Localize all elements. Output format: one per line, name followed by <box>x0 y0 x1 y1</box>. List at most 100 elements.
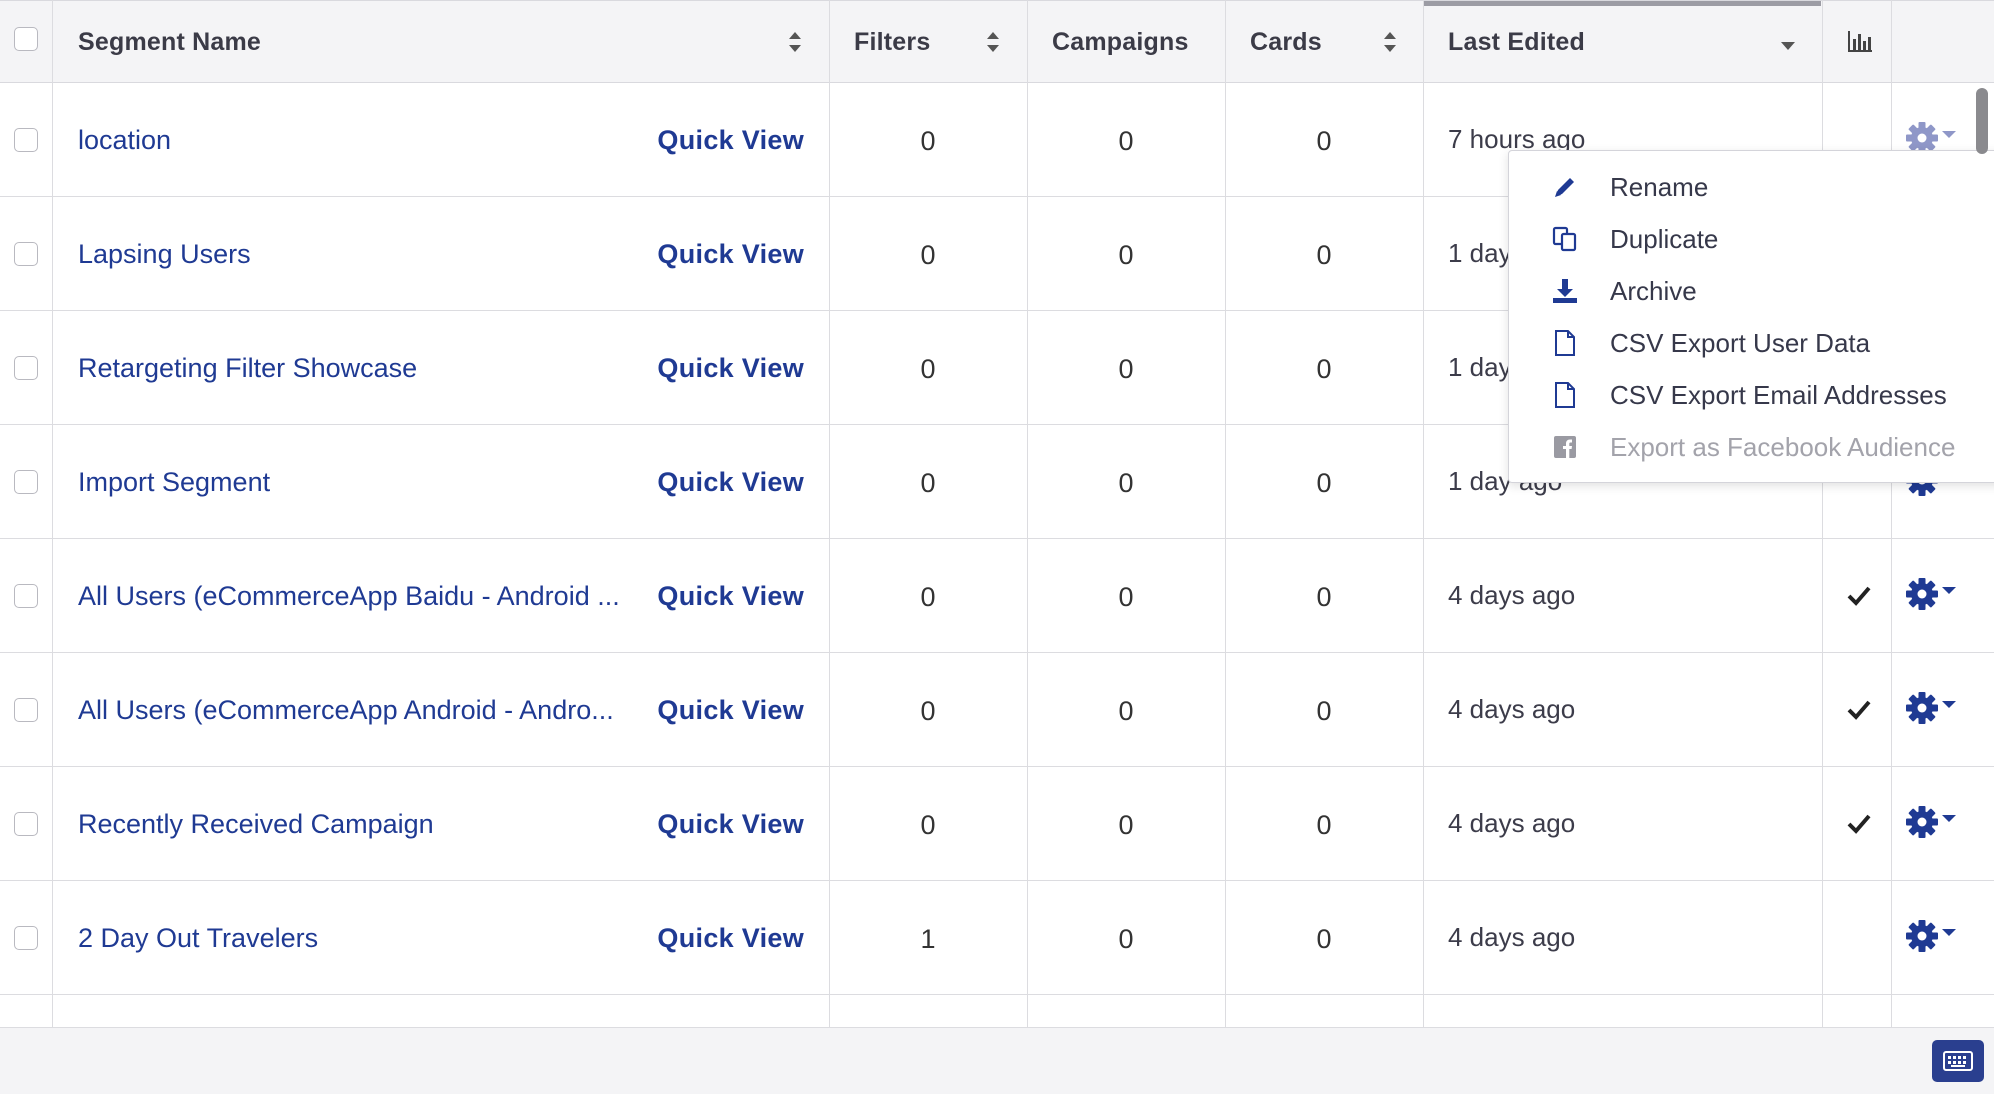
gear-icon[interactable] <box>1905 691 1957 725</box>
quick-view-link[interactable]: Quick View <box>657 83 804 197</box>
row-checkbox[interactable] <box>14 356 38 380</box>
filters-count: 0 <box>920 468 936 498</box>
filters-count: 0 <box>920 354 936 384</box>
cards-count: 0 <box>1316 582 1332 612</box>
filters-count: 1 <box>920 924 936 954</box>
filters-count: 0 <box>920 810 936 840</box>
menu-item-csv-export-email[interactable]: CSV Export Email Addresses <box>1509 369 1994 421</box>
sort-icon[interactable] <box>788 31 802 53</box>
cards-count: 0 <box>1316 240 1332 270</box>
row-checkbox[interactable] <box>14 698 38 722</box>
last-edited-text: 4 days ago <box>1448 922 1576 952</box>
col-header-label: Campaigns <box>1052 28 1189 56</box>
col-header-campaigns[interactable]: Campaigns <box>1052 1 1189 84</box>
segment-name-link[interactable]: Recently Received Campaign <box>78 767 434 881</box>
cards-count: 0 <box>1316 810 1332 840</box>
filters-count: 0 <box>920 696 936 726</box>
sort-icon[interactable] <box>986 31 1000 53</box>
row-checkbox[interactable] <box>14 128 38 152</box>
table-row: All Users (eCommerceApp Baidu - Android … <box>0 539 1994 653</box>
table-row: Recently Received Campaign Quick View 0 0 0 4… <box>0 767 1994 881</box>
duplicate-icon <box>1552 226 1577 252</box>
segment-name-link[interactable]: All Users (eCommerceApp Baidu - Android … <box>78 539 620 653</box>
last-edited-text: 1 day <box>1448 238 1512 268</box>
menu-item-label: CSV Export User Data <box>1610 327 1871 358</box>
cards-count: 0 <box>1316 468 1332 498</box>
table-row: All Users (eCommerceApp Android - Andro.… <box>0 653 1994 767</box>
menu-item-label: Export as Facebook Audience <box>1610 431 1956 462</box>
segment-name-link[interactable]: All Users (eCommerceApp Android - Andro.… <box>78 653 614 767</box>
last-edited-text: 1 day <box>1448 352 1512 382</box>
keyboard-shortcuts-button[interactable] <box>1932 1040 1984 1082</box>
checkmark-icon <box>1847 700 1871 720</box>
cards-count: 0 <box>1316 924 1332 954</box>
quick-view-link[interactable]: Quick View <box>657 767 804 881</box>
pencil-icon <box>1555 178 1574 197</box>
campaigns-count: 0 <box>1118 468 1134 498</box>
campaigns-count: 0 <box>1118 696 1134 726</box>
col-header-cards[interactable]: Cards <box>1250 1 1322 84</box>
bar-chart-icon[interactable] <box>1847 29 1873 53</box>
last-edited-text: 4 days ago <box>1448 580 1576 610</box>
menu-item-rename[interactable]: Rename <box>1509 161 1994 213</box>
segment-name-link[interactable]: Lapsing Users <box>78 197 251 311</box>
segment-name-link[interactable]: 2 Day Out Travelers <box>78 881 318 995</box>
quick-view-link[interactable]: Quick View <box>657 425 804 539</box>
col-header-label: Filters <box>854 28 931 56</box>
cards-count: 0 <box>1316 696 1332 726</box>
menu-item-csv-export-user-data[interactable]: CSV Export User Data <box>1509 317 1994 369</box>
quick-view-link[interactable]: Quick View <box>657 197 804 311</box>
row-checkbox[interactable] <box>14 470 38 494</box>
segment-name-link[interactable]: location <box>78 83 171 197</box>
menu-item-export-facebook: Export as Facebook Audience <box>1509 421 1994 473</box>
sort-icon[interactable] <box>1383 31 1397 53</box>
quick-view-link[interactable]: Quick View <box>657 653 804 767</box>
col-header-segment-name[interactable]: Segment Name <box>78 1 261 84</box>
row-checkbox[interactable] <box>14 242 38 266</box>
col-header-last-edited[interactable]: Last Edited <box>1448 1 1585 84</box>
table-header: Segment Name Filters Campaigns Cards Las… <box>0 0 1994 83</box>
campaigns-count: 0 <box>1118 354 1134 384</box>
segment-actions-menu: Rename Duplicate Archive CSV Export User… <box>1508 150 1994 483</box>
file-icon <box>1555 382 1575 408</box>
cards-count: 0 <box>1316 354 1332 384</box>
gear-icon[interactable] <box>1905 577 1957 611</box>
cards-count: 0 <box>1316 126 1332 156</box>
last-edited-text: 4 days ago <box>1448 694 1576 724</box>
col-header-filters[interactable]: Filters <box>854 1 930 84</box>
checkmark-icon <box>1847 814 1871 834</box>
campaigns-count: 0 <box>1118 924 1134 954</box>
col-header-label: Segment Name <box>78 28 262 56</box>
filters-count: 0 <box>920 126 936 156</box>
quick-view-link[interactable]: Quick View <box>657 311 804 425</box>
campaigns-count: 0 <box>1118 810 1134 840</box>
row-checkbox[interactable] <box>14 584 38 608</box>
col-header-label: Last Edited <box>1448 28 1585 56</box>
segment-name-link[interactable]: Retargeting Filter Showcase <box>78 311 417 425</box>
keyboard-icon <box>1943 1051 1973 1071</box>
menu-item-archive[interactable]: Archive <box>1509 265 1994 317</box>
menu-item-label: Duplicate <box>1610 223 1719 254</box>
gear-icon[interactable] <box>1905 919 1957 953</box>
gear-icon[interactable] <box>1905 805 1957 839</box>
filters-count: 0 <box>920 582 936 612</box>
sort-desc-icon[interactable] <box>1781 42 1795 50</box>
menu-item-label: Rename <box>1610 171 1709 202</box>
campaigns-count: 0 <box>1118 240 1134 270</box>
table-row: 2 Day Out Travelers Quick View 1 0 0 4 days a… <box>0 881 1994 995</box>
row-checkbox[interactable] <box>14 926 38 950</box>
checkmark-icon <box>1847 586 1871 606</box>
menu-item-label: CSV Export Email Addresses <box>1610 379 1947 410</box>
quick-view-link[interactable]: Quick View <box>657 881 804 995</box>
col-header-label: Cards <box>1250 28 1322 56</box>
segment-name-link[interactable]: Import Segment <box>78 425 270 539</box>
scrollbar-thumb[interactable] <box>1976 88 1988 154</box>
menu-item-label: Archive <box>1610 275 1697 306</box>
menu-item-duplicate[interactable]: Duplicate <box>1509 213 1994 265</box>
page-footer <box>0 1027 1994 1094</box>
campaigns-count: 0 <box>1118 126 1134 156</box>
quick-view-link[interactable]: Quick View <box>657 539 804 653</box>
row-checkbox[interactable] <box>14 812 38 836</box>
campaigns-count: 0 <box>1118 582 1134 612</box>
select-all-checkbox[interactable] <box>14 27 38 51</box>
